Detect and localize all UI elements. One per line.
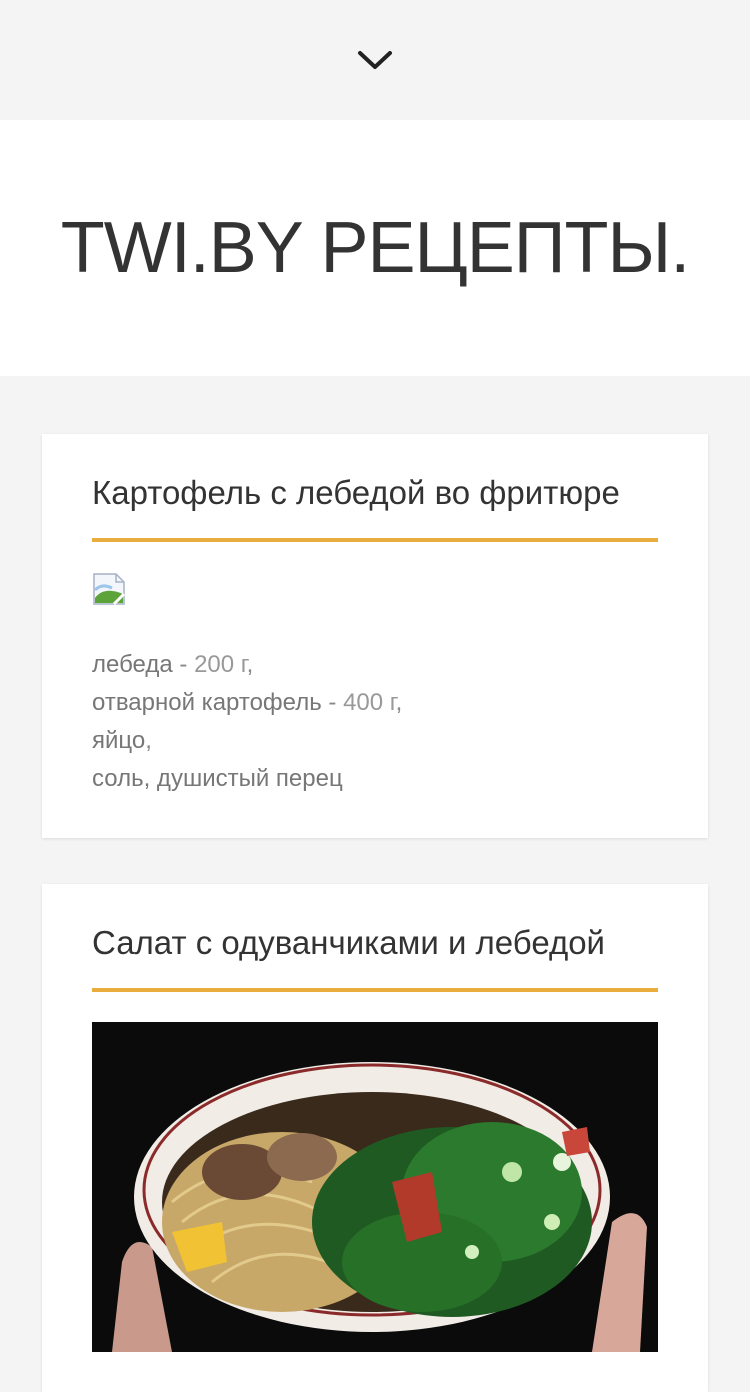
posts-list: Картофель с лебедой во фритюре лебеда - …: [0, 376, 750, 1392]
ingredient-list: лебеда - 200 г, отварной картофель - 400…: [92, 646, 658, 798]
post-title[interactable]: Салат с одуванчиками и лебедой: [92, 924, 658, 992]
ingredient-name: лебеда: [92, 651, 173, 678]
ingredient-quantity: 400 г: [343, 689, 396, 716]
ingredient-separator: -: [321, 689, 344, 716]
broken-image-icon: [92, 572, 126, 606]
ingredient-trail: ,: [246, 651, 254, 678]
ingredient-item: соль, душистый перец: [92, 760, 658, 798]
ingredient-item: лебеда - 200 г,: [92, 646, 658, 684]
post-card: Салат с одуванчиками и лебедой: [42, 884, 708, 1392]
ingredient-quantity: 200 г: [194, 651, 247, 678]
ingredient-trail: ,: [145, 727, 152, 754]
menu-toggle-button[interactable]: [355, 45, 395, 75]
masthead: TWI.BY РЕЦЕПТЫ.: [0, 120, 750, 376]
top-bar: [0, 0, 750, 120]
site-title-link[interactable]: TWI.BY РЕЦЕПТЫ.: [61, 207, 690, 289]
ingredient-name: отварной картофель: [92, 689, 322, 716]
ingredient-item: яйцо,: [92, 722, 658, 760]
post-title[interactable]: Картофель с лебедой во фритюре: [92, 474, 658, 542]
ingredient-item: отварной картофель - 400 г,: [92, 684, 658, 722]
ingredient-trail: ,: [395, 689, 403, 716]
post-card: Картофель с лебедой во фритюре лебеда - …: [42, 434, 708, 838]
ingredient-separator: -: [172, 651, 195, 678]
salad-photo[interactable]: [92, 1022, 658, 1352]
ingredient-name: яйцо: [92, 727, 146, 754]
chevron-down-icon: [358, 51, 392, 69]
ingredient-name: соль, душистый перец: [92, 765, 343, 792]
